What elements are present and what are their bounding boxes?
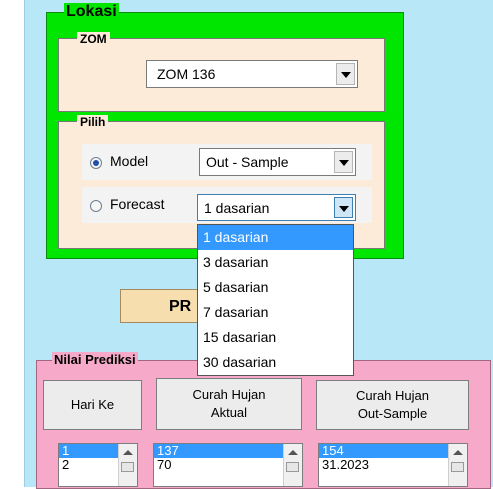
forecast-select-value: 1 dasarian <box>204 199 270 216</box>
zom-title: ZOM <box>77 32 110 46</box>
model-radio[interactable] <box>90 157 102 169</box>
model-select-value: Out - Sample <box>206 154 289 170</box>
dropdown-option[interactable]: 5 dasarian <box>198 275 353 300</box>
scrollbar[interactable] <box>283 444 302 486</box>
hari-ke-header-label: Hari Ke <box>70 397 115 412</box>
nilai-prediksi-title: Nilai Prediksi <box>52 352 138 367</box>
outsample-list[interactable]: 154 31.2023 <box>318 443 468 487</box>
list-item[interactable]: 70 <box>154 458 302 472</box>
chevron-down-icon[interactable] <box>334 151 353 173</box>
chevron-down-icon[interactable] <box>334 197 353 218</box>
dropdown-option[interactable]: 30 dasarian <box>198 350 353 375</box>
outsample-header-button[interactable]: Curah Hujan Out-Sample <box>316 380 469 430</box>
arrow-up-icon[interactable] <box>288 450 298 455</box>
aktual-header-button[interactable]: Curah Hujan Aktual <box>156 378 302 430</box>
dropdown-option[interactable]: 7 dasarian <box>198 300 353 325</box>
arrow-up-icon[interactable] <box>123 450 133 455</box>
model-label: Model <box>110 153 149 169</box>
scrollbar[interactable] <box>118 444 137 486</box>
forecast-radio[interactable] <box>90 200 102 212</box>
outsample-header-label: Curah Hujan Out-Sample <box>356 388 429 421</box>
pilih-title: Pilih <box>77 115 109 129</box>
predict-button-label: PR <box>169 298 192 315</box>
scroll-thumb[interactable] <box>121 462 134 472</box>
list-item[interactable]: 31.2023 <box>319 458 467 472</box>
aktual-header-label: Curah Hujan Aktual <box>192 387 266 420</box>
dropdown-option[interactable]: 3 dasarian <box>198 250 353 275</box>
arrow-up-icon[interactable] <box>453 450 463 455</box>
hari-ke-list[interactable]: 1 2 <box>58 443 138 487</box>
zom-select-value: ZOM 136 <box>157 66 216 82</box>
zom-select[interactable]: ZOM 136 <box>146 60 358 88</box>
scroll-thumb[interactable] <box>286 462 299 472</box>
forecast-label: Forecast <box>110 196 165 212</box>
left-stripe <box>0 0 24 487</box>
hari-ke-header-button[interactable]: Hari Ke <box>43 380 142 430</box>
aktual-list[interactable]: 137 70 <box>153 443 303 487</box>
lokasi-title: Lokasi <box>64 3 119 21</box>
chevron-down-icon[interactable] <box>336 63 355 85</box>
forecast-dropdown-list: 1 dasarian 3 dasarian 5 dasarian 7 dasar… <box>197 224 354 376</box>
scrollbar[interactable] <box>448 444 467 486</box>
list-item[interactable]: 137 <box>154 444 302 458</box>
model-select[interactable]: Out - Sample <box>199 148 356 176</box>
dropdown-option[interactable]: 1 dasarian <box>198 225 353 250</box>
scroll-thumb[interactable] <box>451 462 464 472</box>
list-item[interactable]: 154 <box>319 444 467 458</box>
forecast-select[interactable]: 1 dasarian <box>197 194 356 221</box>
dropdown-option[interactable]: 15 dasarian <box>198 325 353 350</box>
